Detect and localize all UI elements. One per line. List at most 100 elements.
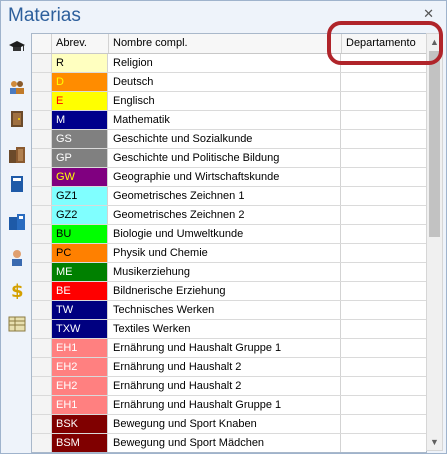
abbrev-cell[interactable]: E (52, 92, 108, 110)
department-cell[interactable] (342, 111, 426, 129)
abbrev-cell[interactable]: TW (52, 301, 108, 319)
table-row[interactable]: D Deutsch (32, 73, 426, 92)
department-cell[interactable] (342, 244, 426, 262)
department-cell[interactable] (342, 434, 426, 452)
department-cell[interactable] (342, 358, 426, 376)
table-row[interactable]: BE Bildnerische Erziehung (32, 282, 426, 301)
department-cell[interactable] (342, 130, 426, 148)
full-name-cell[interactable]: Physik und Chemie (109, 244, 341, 262)
abbrev-cell[interactable]: R (52, 54, 108, 72)
full-name-cell[interactable]: Musikerziehung (109, 263, 341, 281)
department-cell[interactable] (342, 149, 426, 167)
row-selector[interactable] (32, 73, 52, 91)
abbrev-cell[interactable]: GW (52, 168, 108, 186)
table-row[interactable]: EH1 Ernährung und Haushalt Gruppe 1 (32, 396, 426, 415)
row-selector[interactable] (32, 130, 52, 148)
abbrev-cell[interactable]: BSK (52, 415, 108, 433)
abbrev-cell[interactable]: GZ2 (52, 206, 108, 224)
department-cell[interactable] (342, 54, 426, 72)
department-cell[interactable] (342, 320, 426, 338)
row-selector[interactable] (32, 396, 52, 414)
table-row[interactable]: GP Geschichte und Politische Bildung (32, 149, 426, 168)
row-selector[interactable] (32, 377, 52, 395)
graduation-cap-icon[interactable] (6, 36, 28, 58)
door-icon[interactable] (6, 108, 28, 130)
department-cell[interactable] (342, 225, 426, 243)
department-cell[interactable] (342, 92, 426, 110)
row-selector[interactable] (32, 415, 52, 433)
books-icon[interactable] (6, 211, 28, 233)
column-header-department[interactable]: Departamento (342, 34, 426, 53)
full-name-cell[interactable]: Mathematik (109, 111, 341, 129)
abbrev-cell[interactable]: GZ1 (52, 187, 108, 205)
row-selector[interactable] (32, 187, 52, 205)
row-selector[interactable] (32, 434, 52, 452)
row-selector[interactable] (32, 54, 52, 72)
table-row[interactable]: EH2 Ernährung und Haushalt 2 (32, 358, 426, 377)
row-selector[interactable] (32, 301, 52, 319)
table-row[interactable]: GZ2 Geometrisches Zeichnen 2 (32, 206, 426, 225)
scroll-up-icon[interactable]: ▲ (427, 34, 442, 50)
table-row[interactable]: GW Geographie und Wirtschaftskunde (32, 168, 426, 187)
dollar-icon[interactable]: $ (6, 279, 28, 301)
row-selector[interactable] (32, 282, 52, 300)
row-selector[interactable] (32, 149, 52, 167)
table-icon[interactable] (6, 313, 28, 335)
column-header-full-name[interactable]: Nombre compl. (109, 34, 342, 53)
full-name-cell[interactable]: Geometrisches Zeichnen 2 (109, 206, 341, 224)
department-cell[interactable] (342, 263, 426, 281)
table-row[interactable]: GZ1 Geometrisches Zeichnen 1 (32, 187, 426, 206)
person-icon[interactable] (6, 247, 28, 269)
full-name-cell[interactable]: Bildnerische Erziehung (109, 282, 341, 300)
department-cell[interactable] (342, 73, 426, 91)
full-name-cell[interactable]: Bewegung und Sport Mädchen (109, 434, 341, 452)
table-row[interactable]: BSM Bewegung und Sport Mädchen (32, 434, 426, 452)
scroll-thumb[interactable] (429, 51, 440, 237)
row-selector[interactable] (32, 111, 52, 129)
abbrev-cell[interactable]: BSM (52, 434, 108, 452)
scroll-down-icon[interactable]: ▼ (427, 434, 442, 450)
doors-icon[interactable] (6, 144, 28, 166)
table-row[interactable]: EH1 Ernährung und Haushalt Gruppe 1 (32, 339, 426, 358)
full-name-cell[interactable]: Ernährung und Haushalt 2 (109, 358, 341, 376)
vertical-scrollbar[interactable]: ▲ ▼ (426, 33, 443, 451)
row-selector[interactable] (32, 263, 52, 281)
people-icon[interactable] (6, 76, 28, 98)
table-row[interactable]: E Englisch (32, 92, 426, 111)
row-selector[interactable] (32, 320, 52, 338)
book-icon[interactable] (6, 173, 28, 195)
table-row[interactable]: GS Geschichte und Sozialkunde (32, 130, 426, 149)
department-cell[interactable] (342, 396, 426, 414)
full-name-cell[interactable]: Religion (109, 54, 341, 72)
department-cell[interactable] (342, 377, 426, 395)
table-row[interactable]: TXW Textiles Werken (32, 320, 426, 339)
abbrev-cell[interactable]: TXW (52, 320, 108, 338)
row-selector[interactable] (32, 339, 52, 357)
table-row[interactable]: BSK Bewegung und Sport Knaben (32, 415, 426, 434)
abbrev-cell[interactable]: BE (52, 282, 108, 300)
table-row[interactable]: TW Technisches Werken (32, 301, 426, 320)
full-name-cell[interactable]: Geschichte und Sozialkunde (109, 130, 341, 148)
department-cell[interactable] (342, 282, 426, 300)
abbrev-cell[interactable]: GS (52, 130, 108, 148)
department-cell[interactable] (342, 301, 426, 319)
table-row[interactable]: EH2 Ernährung und Haushalt 2 (32, 377, 426, 396)
full-name-cell[interactable]: Bewegung und Sport Knaben (109, 415, 341, 433)
department-cell[interactable] (342, 339, 426, 357)
table-row[interactable]: M Mathematik (32, 111, 426, 130)
abbrev-cell[interactable]: ME (52, 263, 108, 281)
full-name-cell[interactable]: Geometrisches Zeichnen 1 (109, 187, 341, 205)
full-name-cell[interactable]: Ernährung und Haushalt 2 (109, 377, 341, 395)
full-name-cell[interactable]: Geographie und Wirtschaftskunde (109, 168, 341, 186)
abbrev-cell[interactable]: PC (52, 244, 108, 262)
abbrev-cell[interactable]: BU (52, 225, 108, 243)
department-cell[interactable] (342, 168, 426, 186)
department-cell[interactable] (342, 415, 426, 433)
column-header-abbrev[interactable]: Abrev. (52, 34, 109, 53)
full-name-cell[interactable]: Technisches Werken (109, 301, 341, 319)
full-name-cell[interactable]: Ernährung und Haushalt Gruppe 1 (109, 396, 341, 414)
row-selector[interactable] (32, 225, 52, 243)
abbrev-cell[interactable]: EH2 (52, 358, 108, 376)
table-row[interactable]: PC Physik und Chemie (32, 244, 426, 263)
table-row[interactable]: ME Musikerziehung (32, 263, 426, 282)
